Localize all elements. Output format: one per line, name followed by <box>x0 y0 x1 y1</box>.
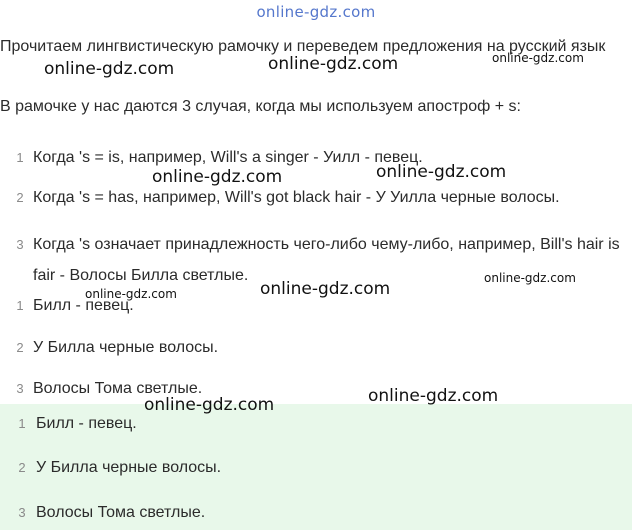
translation-item: 3 Волосы Тома светлые. <box>0 377 632 401</box>
list-number: 3 <box>16 237 24 252</box>
list-item-text: У Билла черные волосы. <box>36 459 222 476</box>
translation-item: 2 У Билла черные волосы. <box>0 336 632 360</box>
watermark: online-gdz.com <box>260 279 391 299</box>
list-number: 2 <box>16 190 24 205</box>
case-item: 2 Когда 's = has, например, Will's got b… <box>0 186 632 210</box>
list-item-text: Волосы Тома светлые. <box>33 380 203 397</box>
watermark: online-gdz.com <box>492 51 584 65</box>
list-item-text: Когда 's = has, например, Will's got bla… <box>33 189 560 206</box>
answer-item: 1 Билл - певец. <box>0 412 632 436</box>
list-number: 1 <box>16 150 24 165</box>
list-item-text: Когда 's = is, например, Will's a singer… <box>33 149 423 166</box>
list-item-text: Билл - певец. <box>36 415 137 432</box>
watermark: online-gdz.com <box>144 395 275 415</box>
task-explain: В рамочке у нас даются 3 случая, когда м… <box>0 98 521 115</box>
site-header: online-gdz.com <box>256 3 376 21</box>
answer-panel: 1 Билл - певец. 2 У Билла черные волосы.… <box>0 404 632 530</box>
watermark: online-gdz.com <box>152 167 283 187</box>
watermark: online-gdz.com <box>44 59 175 79</box>
list-item-text: У Билла черные волосы. <box>33 339 219 356</box>
list-item-text: Волосы Тома светлые. <box>36 504 206 521</box>
list-number: 2 <box>18 460 26 475</box>
answer-item: 3 Волосы Тома светлые. <box>0 501 632 525</box>
case-item: 1 Когда 's = is, например, Will's a sing… <box>0 146 632 170</box>
list-number: 2 <box>16 340 24 355</box>
watermark: online-gdz.com <box>85 287 177 301</box>
watermark: online-gdz.com <box>368 386 499 406</box>
answer-item: 2 У Билла черные волосы. <box>0 456 632 480</box>
watermark: online-gdz.com <box>376 162 507 182</box>
list-number: 1 <box>18 416 26 431</box>
list-number: 3 <box>16 381 24 396</box>
watermark: online-gdz.com <box>484 271 576 285</box>
list-number: 1 <box>16 298 24 313</box>
watermark: online-gdz.com <box>268 54 399 74</box>
list-number: 3 <box>18 505 26 520</box>
